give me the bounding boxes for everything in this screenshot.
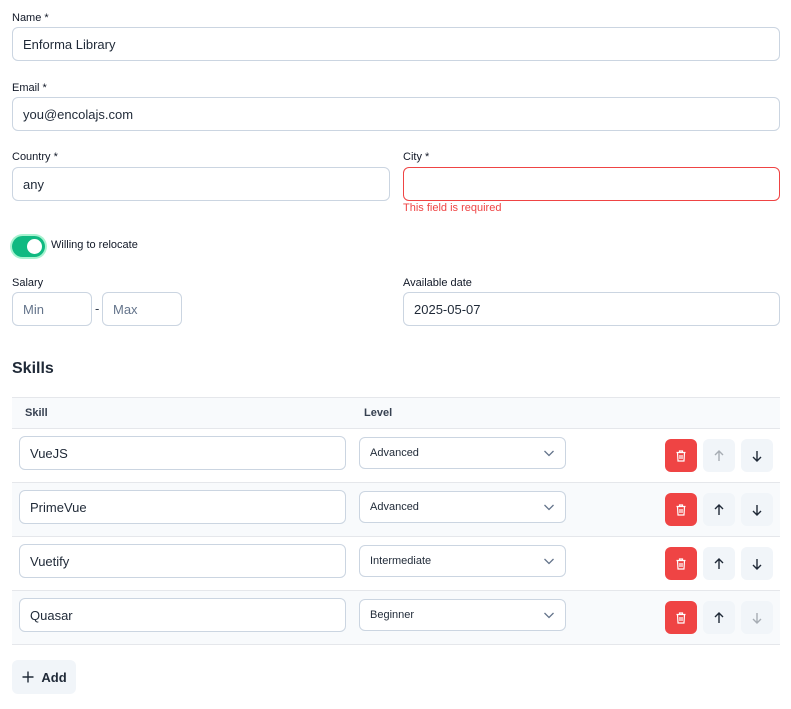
level-column-header: Level: [364, 407, 393, 419]
available-date-input[interactable]: [403, 292, 780, 326]
move-up-button[interactable]: [703, 547, 735, 580]
level-select-value: Beginner: [370, 609, 415, 621]
trash-icon: [676, 557, 686, 570]
trash-icon: [676, 503, 686, 516]
table-row: Intermediate: [12, 537, 780, 591]
move-up-button[interactable]: [703, 439, 735, 472]
move-up-button[interactable]: [703, 601, 735, 634]
country-input[interactable]: [12, 167, 390, 201]
move-down-button[interactable]: [741, 439, 773, 472]
skills-title: Skills: [12, 360, 54, 377]
arrow-down-icon: [752, 450, 762, 462]
level-select-value: Advanced: [370, 447, 419, 459]
plus-icon: [22, 671, 34, 683]
email-label: Email *: [12, 82, 47, 94]
table-row: Advanced: [12, 429, 780, 483]
city-input[interactable]: [403, 167, 780, 201]
skills-table: Skill Level Advanced Advanced: [12, 397, 780, 645]
arrow-down-icon: [752, 558, 762, 570]
delete-row-button[interactable]: [665, 439, 697, 472]
chevron-down-icon: [544, 612, 554, 619]
salary-separator: -: [95, 301, 100, 316]
salary-label: Salary: [12, 277, 44, 289]
skill-column-header: Skill: [25, 407, 48, 419]
skill-input[interactable]: [19, 544, 346, 578]
level-select[interactable]: Beginner: [359, 599, 566, 631]
move-up-button[interactable]: [703, 493, 735, 526]
move-down-button[interactable]: [741, 601, 773, 634]
available-date-label: Available date: [403, 277, 472, 289]
table-row: Beginner: [12, 591, 780, 645]
level-select-value: Intermediate: [370, 555, 432, 567]
arrow-up-icon: [714, 449, 724, 461]
chevron-down-icon: [544, 558, 554, 565]
skill-input[interactable]: [19, 490, 346, 524]
email-input[interactable]: [12, 97, 780, 131]
table-row: Advanced: [12, 483, 780, 537]
arrow-up-icon: [714, 503, 724, 515]
skill-input[interactable]: [19, 436, 346, 470]
arrow-up-icon: [714, 557, 724, 569]
level-select[interactable]: Advanced: [359, 437, 566, 469]
salary-max-input[interactable]: [102, 292, 182, 326]
city-label: City *: [403, 151, 430, 163]
delete-row-button[interactable]: [665, 601, 697, 634]
relocate-label: Willing to relocate: [51, 239, 138, 251]
name-label: Name *: [12, 12, 49, 24]
toggle-knob: [27, 239, 42, 254]
level-select-value: Advanced: [370, 501, 419, 513]
skill-input[interactable]: [19, 598, 346, 632]
delete-row-button[interactable]: [665, 493, 697, 526]
add-skill-label: Add: [41, 669, 67, 685]
level-select[interactable]: Intermediate: [359, 545, 566, 577]
city-error-message: This field is required: [403, 202, 502, 214]
move-down-button[interactable]: [741, 547, 773, 580]
add-skill-button[interactable]: Add: [12, 660, 76, 694]
salary-min-input[interactable]: [12, 292, 92, 326]
relocate-toggle[interactable]: [12, 236, 45, 257]
move-down-button[interactable]: [741, 493, 773, 526]
arrow-down-icon: [752, 612, 762, 624]
chevron-down-icon: [544, 504, 554, 511]
arrow-up-icon: [714, 611, 724, 623]
country-label: Country *: [12, 151, 58, 163]
arrow-down-icon: [752, 504, 762, 516]
delete-row-button[interactable]: [665, 547, 697, 580]
chevron-down-icon: [544, 450, 554, 457]
trash-icon: [676, 611, 686, 624]
level-select[interactable]: Advanced: [359, 491, 566, 523]
skills-table-header: Skill Level: [12, 398, 780, 429]
name-input[interactable]: [12, 27, 780, 61]
trash-icon: [676, 449, 686, 462]
